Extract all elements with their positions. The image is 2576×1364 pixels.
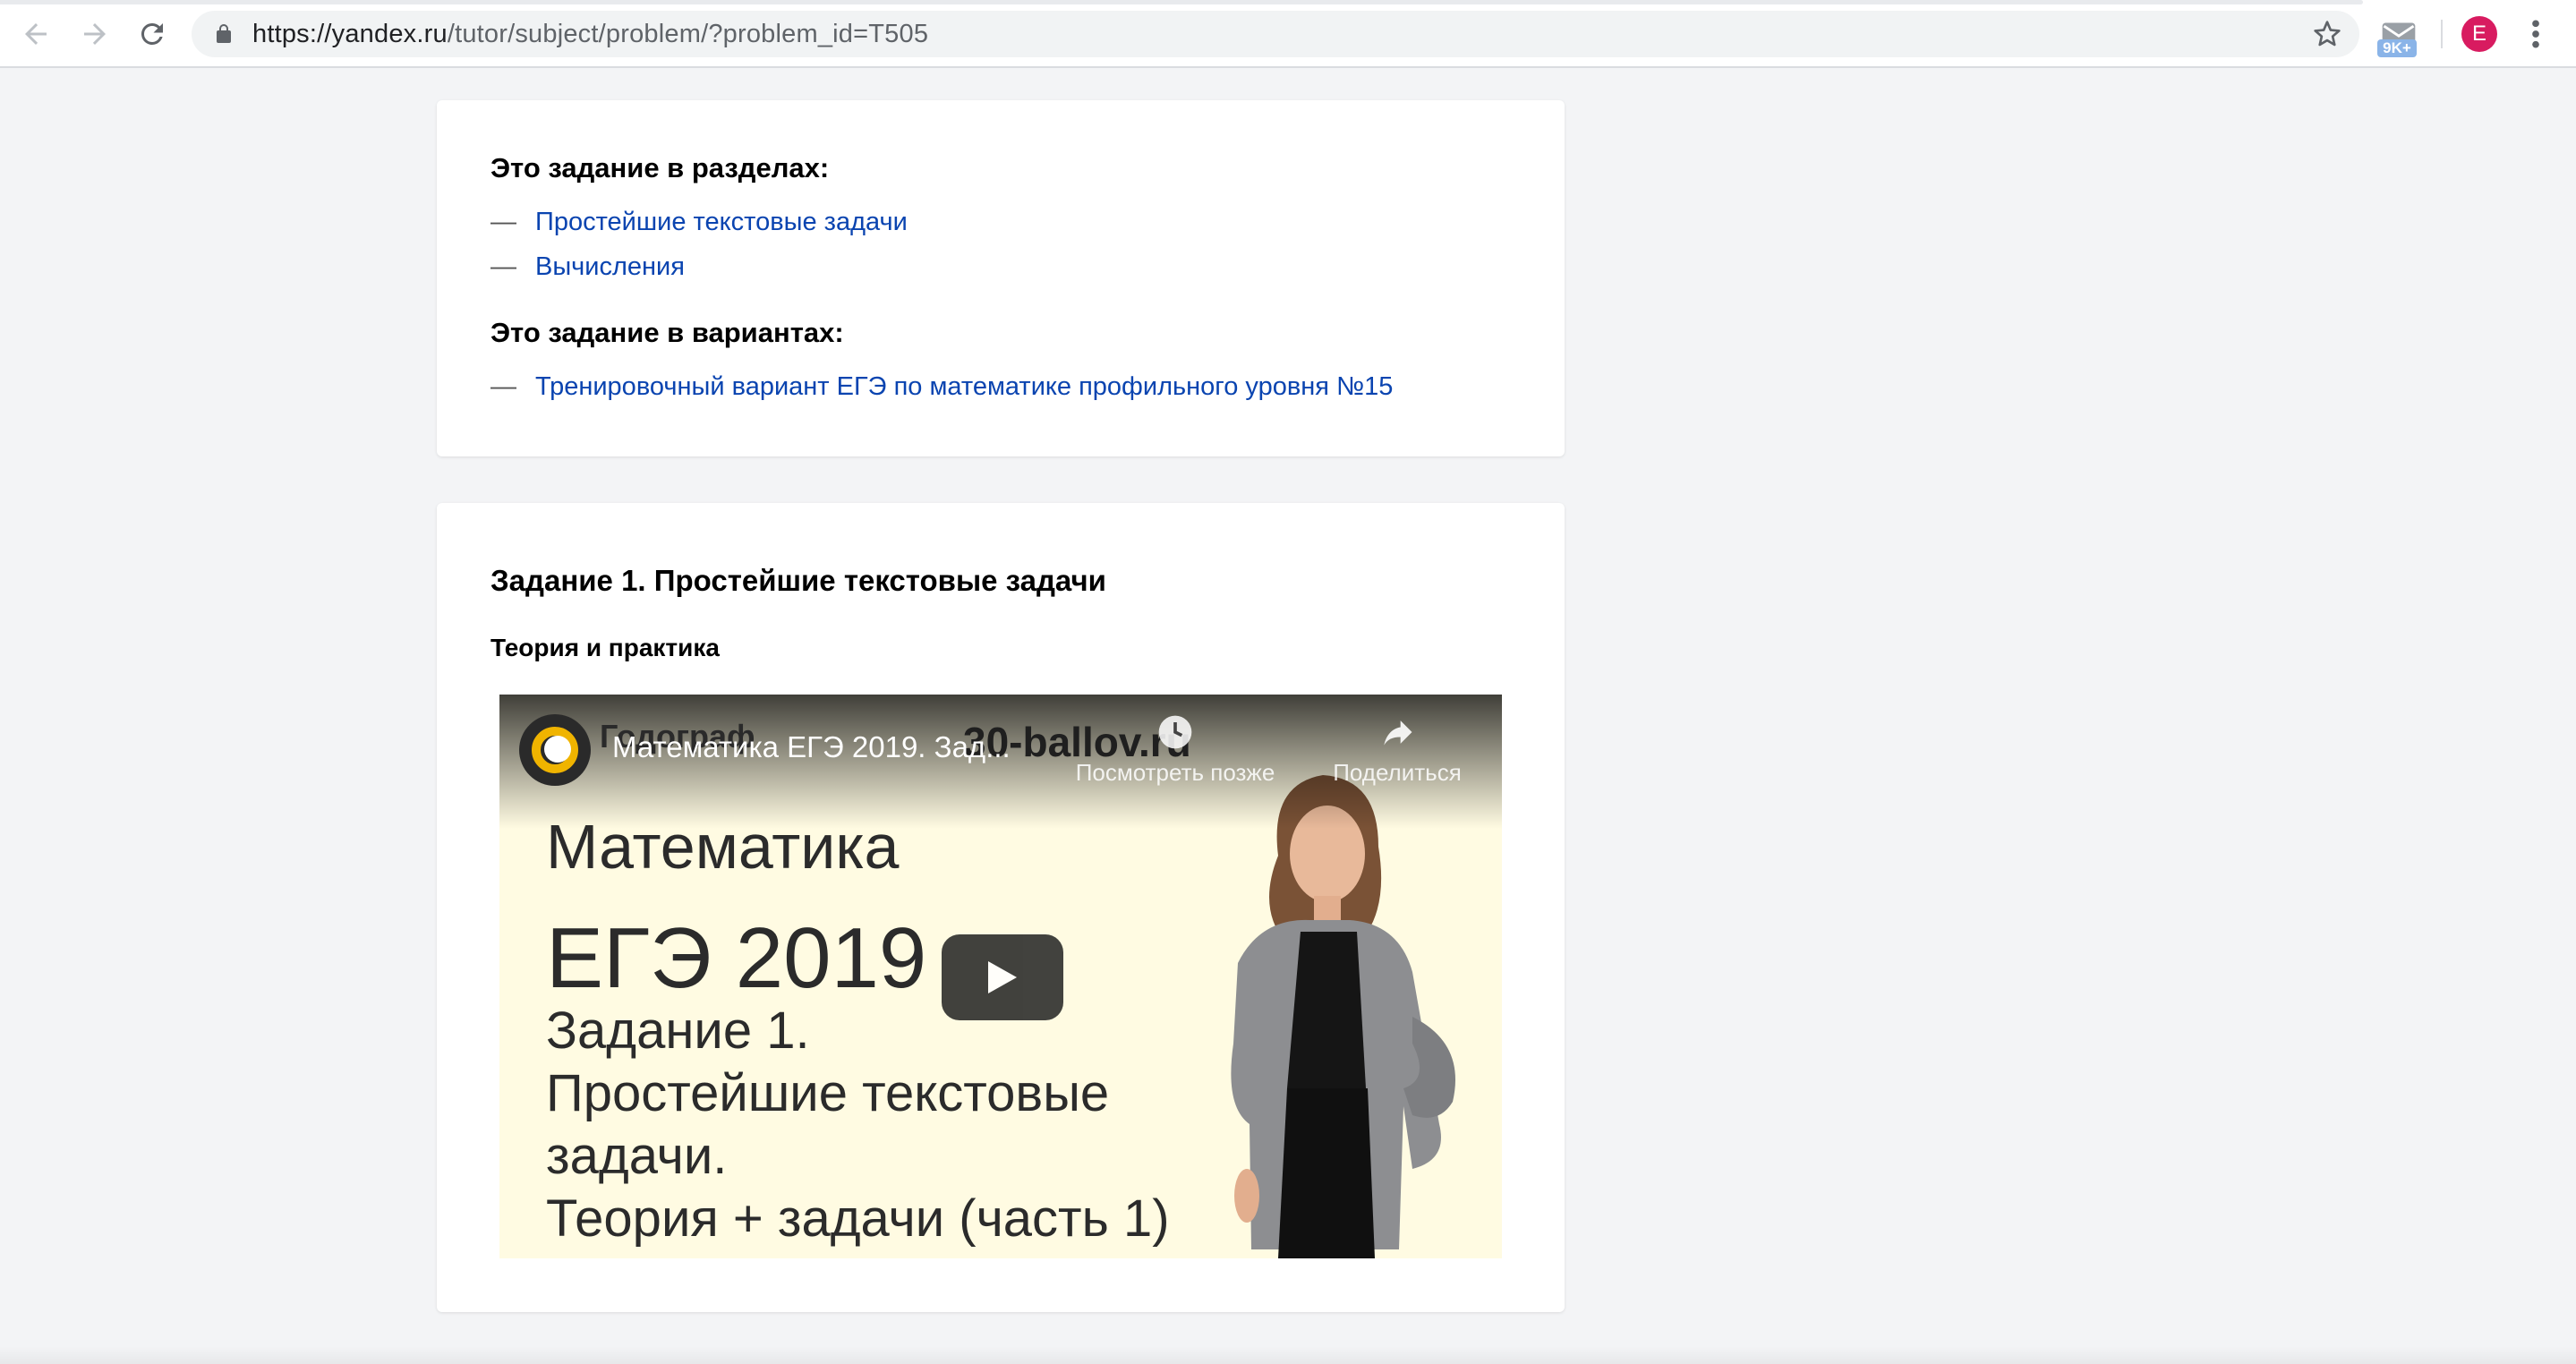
video-player[interactable]: Математика ЕГЭ 2019 Задание 1. Простейши… [499, 695, 1502, 1258]
list-dash: — [490, 252, 516, 281]
share-arrow-icon [1384, 720, 1412, 746]
forward-arrow-icon [84, 23, 106, 45]
watch-later-button[interactable]: Посмотреть позже [1063, 712, 1287, 787]
task-card: Задание 1. Простейшие текстовые задачи Т… [437, 503, 1565, 1312]
play-icon [988, 961, 1017, 993]
watch-later-label: Посмотреть позже [1075, 759, 1275, 786]
back-arrow-icon [25, 23, 47, 45]
variant-link[interactable]: Тренировочный вариант ЕГЭ по математике … [535, 372, 1393, 401]
play-button[interactable] [942, 934, 1063, 1020]
channel-logo-center [544, 736, 571, 763]
back-button[interactable] [14, 13, 57, 55]
channel-logo[interactable] [519, 714, 591, 786]
thumbnail-text: задачи. [546, 1127, 728, 1185]
section-link-row: — Вычисления [490, 249, 685, 285]
thumbnail-text: Теория + задачи (часть 1) [546, 1189, 1170, 1248]
clock-icon [1158, 715, 1192, 749]
profile-avatar[interactable]: E [2461, 16, 2497, 52]
thumbnail-text: Задание 1. [546, 1002, 810, 1060]
task-title: Задание 1. Простейшие текстовые задачи [490, 564, 1106, 597]
browser-toolbar: https://yandex.ru/tutor/subject/problem/… [0, 0, 2576, 68]
toolbar-divider [2441, 20, 2443, 48]
url-path: /tutor/subject/problem/?problem_id=T505 [447, 20, 929, 48]
forward-button[interactable] [73, 13, 116, 55]
list-dash: — [490, 372, 516, 401]
section-link-row: — Простейшие текстовые задачи [490, 204, 908, 240]
bookmark-star-icon[interactable] [2313, 20, 2341, 48]
reload-icon [141, 22, 163, 45]
address-bar[interactable]: https://yandex.ru/tutor/subject/problem/… [192, 11, 2359, 57]
list-dash: — [490, 208, 516, 236]
mail-count-badge: 9K+ [2377, 39, 2417, 57]
share-button[interactable]: Поделиться [1312, 712, 1482, 787]
sections-heading: Это задание в разделах: [490, 152, 830, 183]
task-subtitle: Теория и практика [490, 634, 720, 661]
video-title[interactable]: Математика ЕГЭ 2019. Зад... [612, 730, 1011, 764]
url-text[interactable]: https://yandex.ru/tutor/subject/problem/… [252, 11, 928, 57]
variant-link-row: — Тренировочный вариант ЕГЭ по математике… [490, 369, 1393, 405]
section-link[interactable]: Вычисления [535, 252, 685, 281]
page-load-progress [0, 0, 2363, 4]
section-link[interactable]: Простейшие текстовые задачи [535, 208, 908, 236]
url-host: https://yandex.ru [252, 20, 448, 48]
thumbnail-text: Простейшие текстовые [546, 1064, 1110, 1122]
sections-card: Это задание в разделах: — Простейшие текс… [437, 100, 1565, 456]
lock-icon [217, 24, 231, 43]
share-label: Поделиться [1333, 759, 1462, 786]
more-menu-icon[interactable] [2522, 16, 2549, 52]
reload-button[interactable] [131, 13, 174, 55]
variants-heading: Это задание в вариантах: [490, 317, 844, 348]
thumbnail-text: ЕГЭ 2019 [546, 910, 927, 1006]
bottom-fade [0, 1346, 2576, 1364]
